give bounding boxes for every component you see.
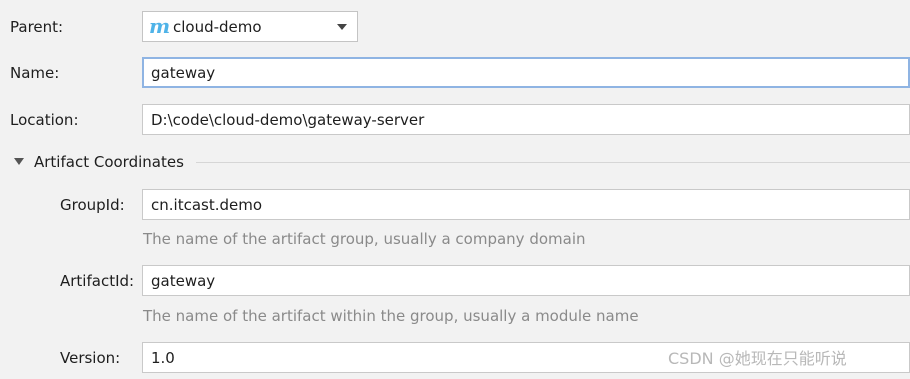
name-label: Name: [10, 64, 60, 82]
groupid-hint: The name of the artifact group, usually … [143, 230, 586, 248]
artifactid-hint: The name of the artifact within the grou… [143, 307, 639, 325]
location-label: Location: [10, 111, 79, 129]
artifactid-input-value: gateway [151, 272, 216, 290]
chevron-down-icon[interactable] [337, 24, 347, 30]
groupid-input[interactable]: cn.itcast.demo [142, 189, 910, 220]
name-input[interactable]: gateway [142, 57, 910, 88]
artifact-section-title[interactable]: Artifact Coordinates [34, 152, 184, 172]
location-input[interactable]: D:\code\cloud-demo\gateway-server [142, 104, 910, 135]
artifactid-input[interactable]: gateway [142, 265, 910, 296]
collapse-triangle-icon[interactable] [14, 158, 24, 165]
artifactid-label: ArtifactId: [60, 272, 135, 290]
watermark-text: CSDN @她现在只能听说 [668, 349, 847, 368]
groupid-label: GroupId: [60, 196, 125, 214]
section-divider [196, 162, 910, 163]
parent-select-value: cloud-demo [173, 18, 262, 36]
maven-module-icon: m [149, 14, 171, 38]
parent-label: Parent: [10, 18, 64, 36]
version-label: Version: [60, 349, 121, 367]
groupid-input-value: cn.itcast.demo [151, 196, 263, 214]
version-input-value: 1.0 [151, 349, 175, 367]
location-input-value: D:\code\cloud-demo\gateway-server [151, 111, 425, 129]
name-input-value: gateway [151, 64, 216, 82]
parent-select[interactable]: m cloud-demo [142, 11, 358, 42]
